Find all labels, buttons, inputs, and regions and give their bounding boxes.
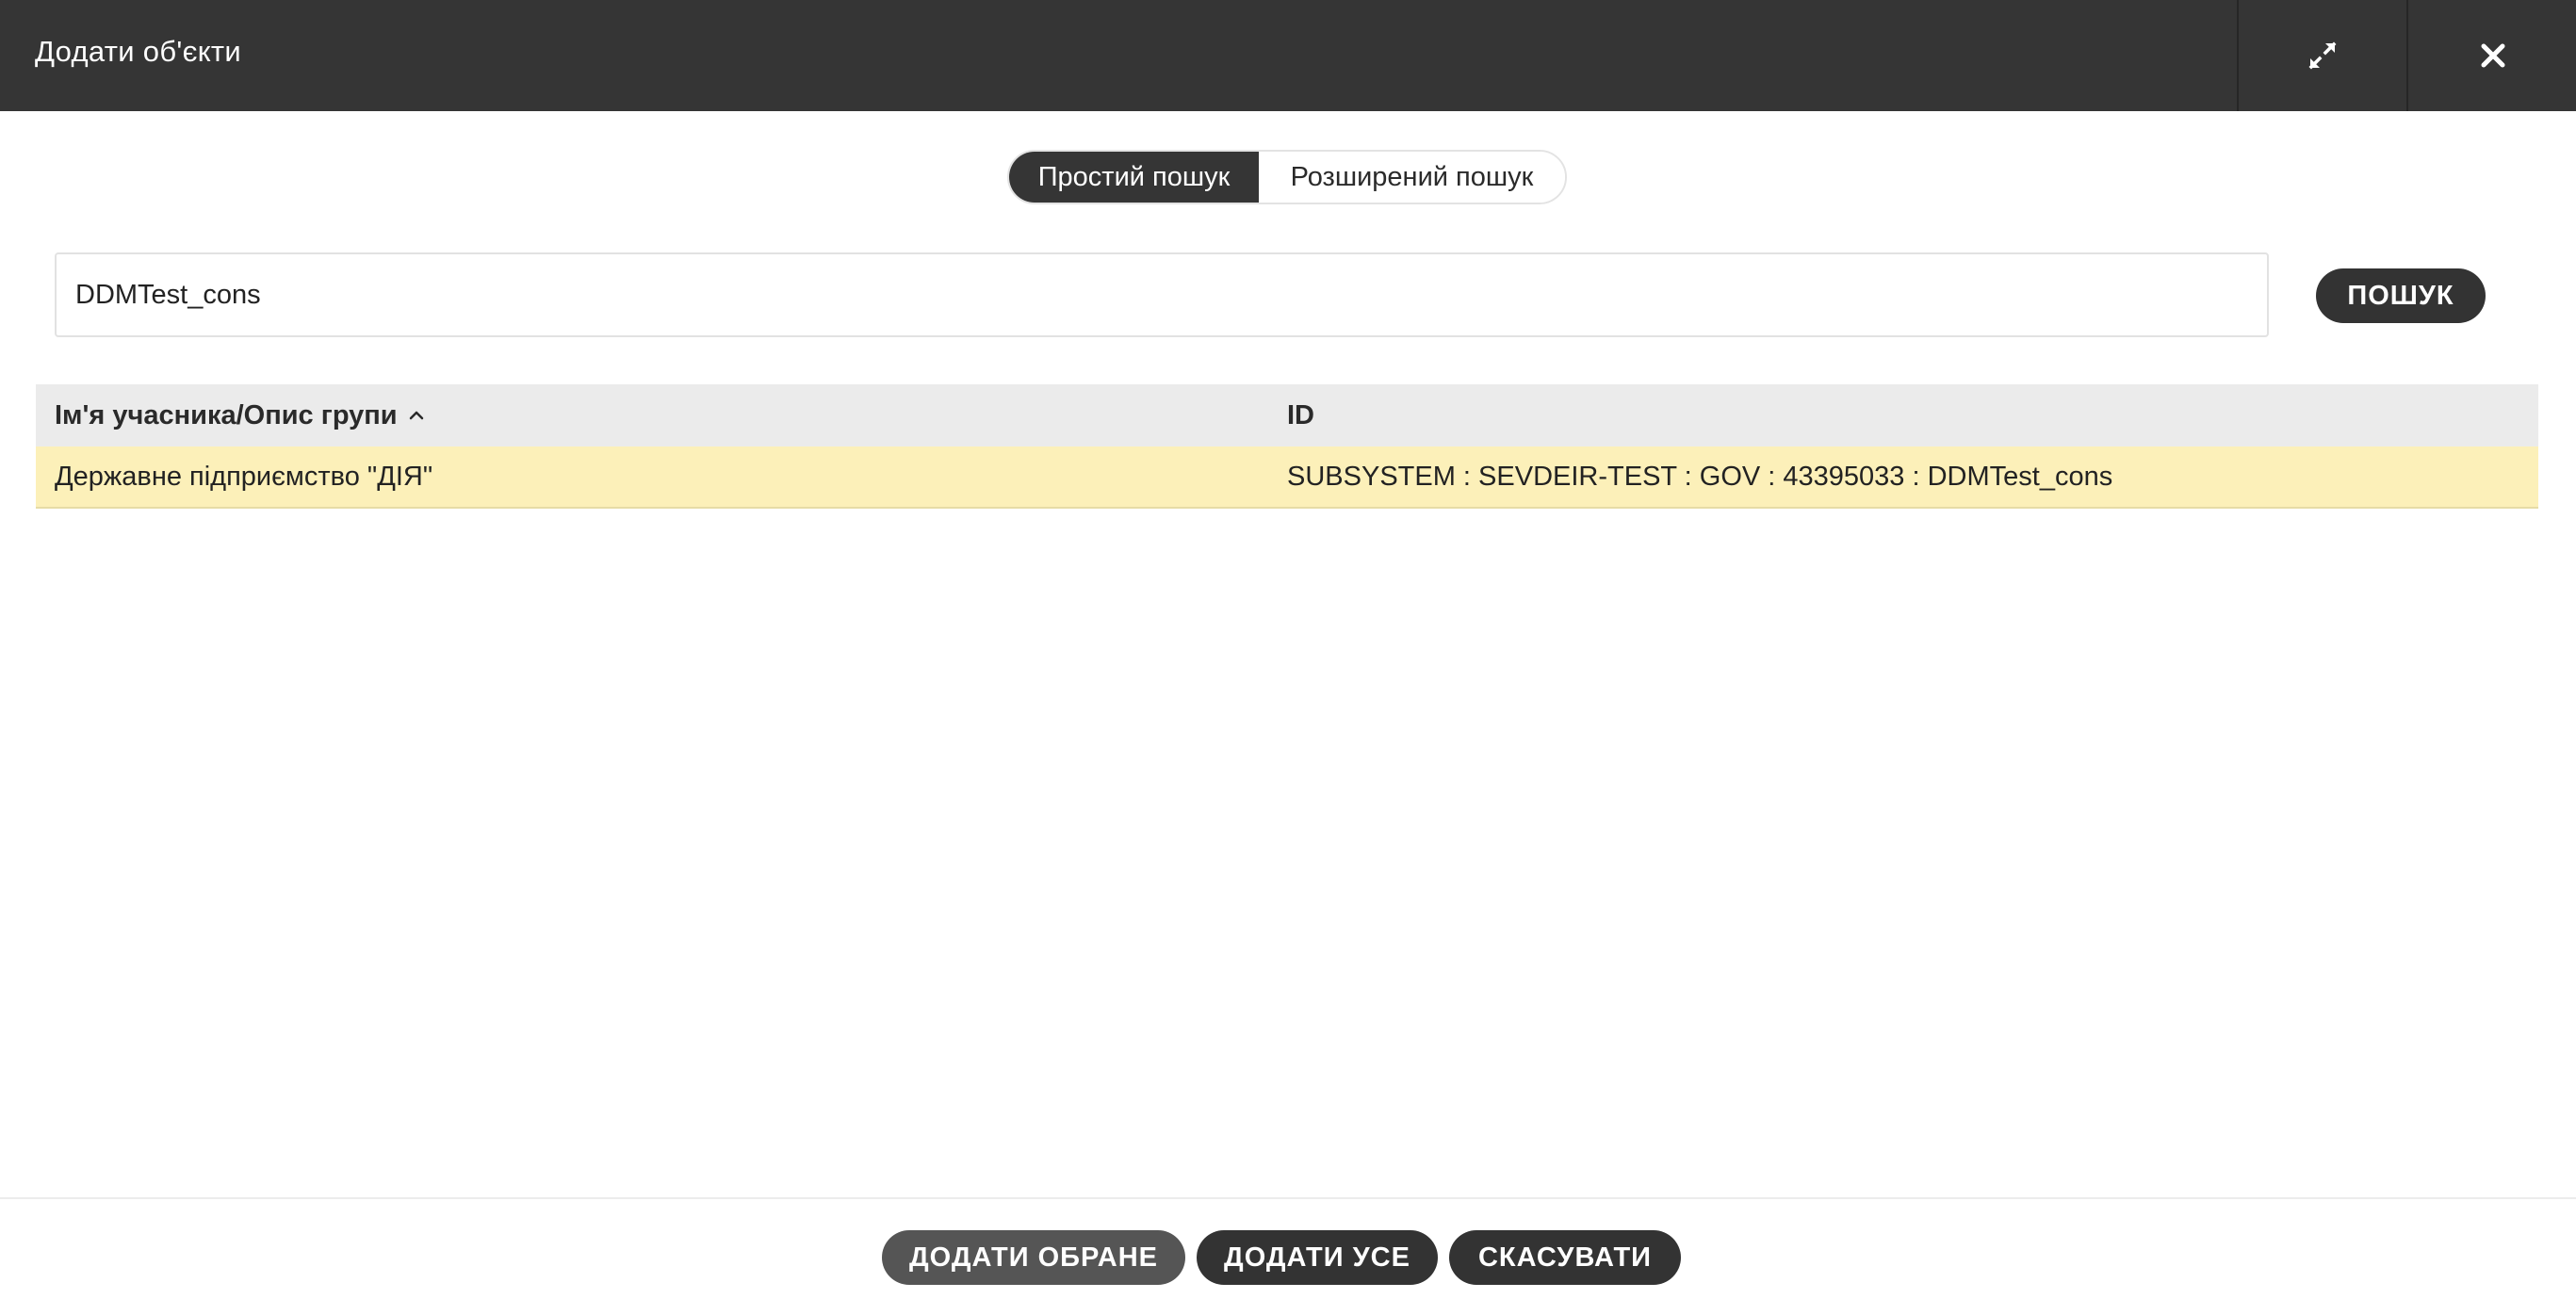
chevron-up-icon [409,411,423,420]
search-button[interactable]: ПОШУК [2316,268,2486,323]
tab-advanced-search[interactable]: Розширений пошук [1259,152,1565,203]
column-header-name-label: Ім'я учасника/Опис групи [55,399,398,430]
expand-icon [2308,41,2337,70]
column-header-name[interactable]: Ім'я учасника/Опис групи [36,400,1287,431]
footer-divider [0,1197,2576,1199]
add-selected-button[interactable]: ДОДАТИ ОБРАНЕ [882,1230,1185,1285]
cancel-button[interactable]: СКАСУВАТИ [1449,1230,1681,1285]
tab-simple-search[interactable]: Простий пошук [1009,152,1259,203]
row-id-cell: SUBSYSTEM : SEVDEIR-TEST : GOV : 4339503… [1287,461,2113,492]
close-button[interactable] [2406,0,2576,111]
close-icon [2481,43,2505,68]
expand-button[interactable] [2237,0,2406,111]
dialog-title: Додати об'єкти [35,35,242,68]
table-row[interactable]: Державне підприємство "ДІЯ" SUBSYSTEM : … [36,446,2538,509]
results-table: Ім'я учасника/Опис групи ID Державне під… [36,384,2538,509]
row-name-cell: Державне підприємство "ДІЯ" [55,461,433,492]
add-all-button[interactable]: ДОДАТИ УСЕ [1197,1230,1438,1285]
search-mode-toggle: Простий пошук Розширений пошук [1007,150,1567,204]
dialog-titlebar: Додати об'єкти [0,0,2576,111]
search-input[interactable] [55,252,2269,337]
column-header-id[interactable]: ID [1287,400,2538,431]
table-header: Ім'я учасника/Опис групи ID [36,384,2538,446]
